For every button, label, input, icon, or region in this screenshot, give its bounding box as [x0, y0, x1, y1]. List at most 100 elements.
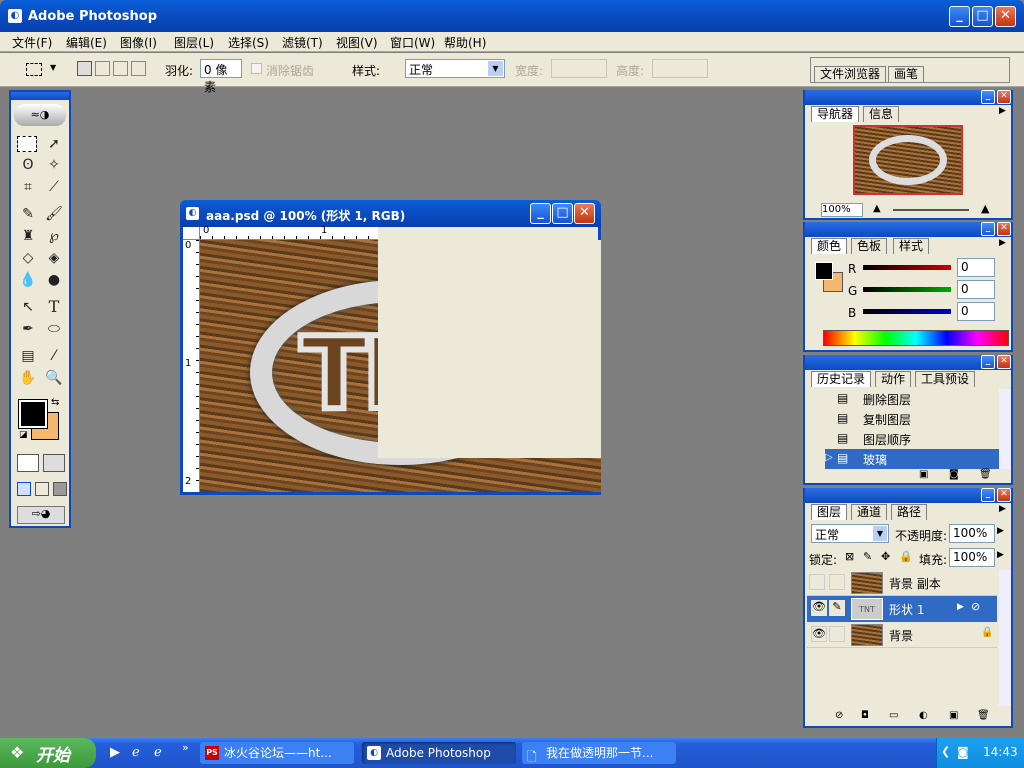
layers-close-button[interactable]: ✕ [997, 488, 1011, 502]
channel-b-slider[interactable] [863, 309, 951, 314]
screen-mode-full-menu-icon[interactable] [35, 482, 49, 496]
color-panel-menu-arrow-icon[interactable]: ▶ [999, 238, 1006, 248]
new-layer-icon[interactable]: ▣ [949, 710, 958, 721]
menu-help[interactable]: 帮助(H) [444, 34, 486, 51]
lock-all-icon[interactable]: 🔒 [899, 550, 913, 563]
add-mask-icon[interactable]: ◘ [861, 710, 869, 721]
tab-layers[interactable]: 图层 [811, 504, 848, 520]
color-minimize-button[interactable]: _ [981, 222, 995, 236]
start-button[interactable]: ❖ 开始 [0, 738, 96, 768]
task-forum-browser[interactable]: PS 冰火谷论坛——ht... [200, 742, 354, 764]
layers-panel-menu-arrow-icon[interactable]: ▶ [999, 504, 1006, 514]
blur-tool-icon[interactable]: 💧 [17, 270, 39, 290]
width-input[interactable] [551, 59, 607, 78]
shape-tool-icon[interactable]: ⬭ [43, 319, 65, 339]
tab-paths[interactable]: 路径 [891, 504, 928, 520]
eraser-tool-icon[interactable]: ◇ [17, 248, 39, 268]
brush-link-icon[interactable]: ✎ [829, 600, 845, 616]
tab-color[interactable]: 颜色 [811, 238, 848, 254]
document-canvas[interactable]: TNT [200, 240, 601, 492]
healing-brush-tool-icon[interactable]: ✎ [17, 204, 39, 224]
type-tool-icon[interactable]: T [43, 297, 65, 317]
clone-stamp-tool-icon[interactable]: ♜ [17, 226, 39, 246]
minimize-button[interactable]: _ [949, 6, 970, 27]
tab-swatches[interactable]: 色板 [851, 238, 888, 254]
selection-mode-new[interactable] [77, 61, 92, 76]
new-adjustment-layer-icon[interactable]: ◐ [919, 710, 928, 721]
tray-camera-icon[interactable]: ◙ [957, 745, 969, 759]
expand-effects-arrow-icon[interactable]: ▶ [957, 602, 964, 612]
dodge-tool-icon[interactable]: ● [43, 270, 65, 290]
history-brush-tool-icon[interactable]: ℘ [43, 226, 65, 246]
screen-mode-standard-icon[interactable] [17, 482, 31, 496]
ie-quicklaunch-icon[interactable]: ℯ [154, 745, 162, 760]
menu-window[interactable]: 窗口(W) [390, 34, 435, 51]
channel-b-input[interactable]: 0 [957, 302, 995, 321]
menu-filter[interactable]: 滤镜(T) [282, 34, 323, 51]
tab-actions[interactable]: 动作 [875, 371, 912, 387]
layer-row[interactable]: 👁 背景 🔒 [807, 622, 997, 648]
selection-mode-subtract[interactable] [113, 61, 128, 76]
slice-tool-icon[interactable]: ⟋ [43, 177, 65, 197]
paint-bucket-tool-icon[interactable]: ◈ [43, 248, 65, 268]
delete-state-icon[interactable]: 🗑 [979, 469, 992, 480]
opacity-arrow-icon[interactable]: ▶ [997, 526, 1004, 536]
zoom-slider[interactable] [893, 209, 969, 211]
channel-g-slider[interactable] [863, 287, 951, 292]
maximize-button[interactable]: □ [972, 6, 993, 27]
style-select[interactable]: 正常 ▼ [405, 59, 505, 78]
history-scrollbar[interactable] [999, 389, 1011, 469]
history-item[interactable]: ▤ 删除图层 [833, 389, 999, 409]
brush-tool-icon[interactable]: 🖌 [43, 204, 65, 224]
delete-layer-icon[interactable]: 🗑 [977, 710, 990, 721]
layer-row-selected[interactable]: 👁 ✎ TNT 形状 1 ▶ ⊘ [807, 596, 997, 622]
lock-transparency-icon[interactable]: ⊠ [845, 550, 854, 563]
foreground-color-swatch[interactable] [18, 399, 48, 429]
menu-select[interactable]: 选择(S) [228, 34, 269, 51]
lasso-tool-icon[interactable]: ʘ [17, 155, 39, 175]
jump-to-imageready-icon[interactable]: ⇨◕ [17, 506, 65, 524]
eye-icon[interactable]: 👁 [811, 626, 827, 642]
layers-minimize-button[interactable]: _ [981, 488, 995, 502]
antialias-checkbox[interactable] [251, 63, 262, 74]
tab-tool-presets[interactable]: 工具预设 [915, 371, 976, 387]
toolbox-header[interactable] [11, 92, 69, 100]
marquee-preset-icon[interactable] [26, 63, 42, 76]
eyedropper-tool-icon[interactable]: ⁄ [43, 346, 65, 366]
document-maximize-button[interactable]: □ [552, 203, 573, 224]
fill-arrow-icon[interactable]: ▶ [997, 550, 1004, 560]
menu-view[interactable]: 视图(V) [336, 34, 378, 51]
add-style-icon[interactable]: ⊘ [835, 710, 843, 721]
task-transparency-doc[interactable]: 🗋 我在做透明那一节... [522, 742, 676, 764]
layer-row[interactable]: 背景 副本 [807, 570, 997, 596]
hand-tool-icon[interactable]: ✋ [17, 368, 39, 388]
close-button[interactable]: ✕ [995, 6, 1016, 27]
document-close-button[interactable]: ✕ [574, 203, 595, 224]
height-input[interactable] [652, 59, 708, 78]
layer-visibility-toggle[interactable] [809, 574, 825, 590]
menu-image[interactable]: 图像(I) [120, 34, 157, 51]
layers-scrollbar[interactable] [999, 570, 1011, 706]
fill-input[interactable]: 100% [949, 548, 995, 567]
document-title-bar[interactable]: ◐ aaa.psd @ 100% (形状 1, RGB) _ □ ✕ [180, 200, 601, 227]
tab-brushes[interactable]: 画笔 [888, 66, 925, 82]
opacity-input[interactable]: 100% [949, 524, 995, 543]
browser-quicklaunch-icon[interactable]: ℯ [132, 745, 140, 760]
quicklaunch-more-icon[interactable]: » [182, 741, 189, 754]
tray-expand-icon[interactable]: ❮ [941, 745, 950, 758]
panel-menu-arrow-icon[interactable]: ▶ [999, 106, 1006, 116]
default-colors-icon[interactable]: ◪ [19, 430, 28, 440]
color-close-button[interactable]: ✕ [997, 222, 1011, 236]
history-close-button[interactable]: ✕ [997, 355, 1011, 369]
new-snapshot-icon[interactable]: ◙ [949, 469, 959, 480]
color-spectrum-bar[interactable] [823, 330, 1009, 346]
tab-info[interactable]: 信息 [863, 106, 900, 122]
selection-mode-intersect[interactable] [131, 61, 146, 76]
media-player-quicklaunch-icon[interactable]: ▶ [110, 745, 120, 760]
menu-layer[interactable]: 图层(L) [174, 34, 214, 51]
history-item-selected[interactable]: ▷ ▤ 玻璃 [825, 449, 999, 469]
channel-g-input[interactable]: 0 [957, 280, 995, 299]
history-item[interactable]: ▤ 图层顺序 [833, 429, 999, 449]
zoom-percent-field[interactable]: 100% [821, 203, 863, 217]
navigator-thumbnail[interactable] [853, 125, 963, 195]
